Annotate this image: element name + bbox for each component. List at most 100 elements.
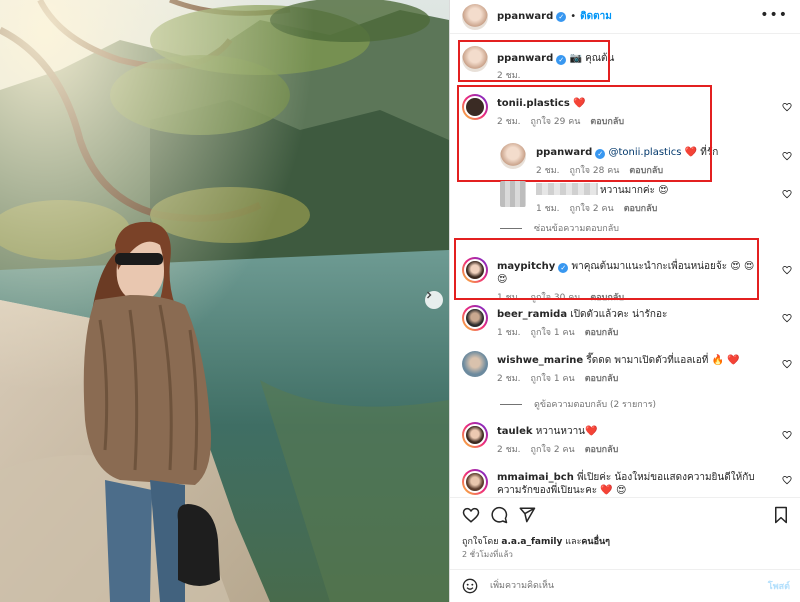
- comment-username[interactable]: taulek: [497, 426, 533, 437]
- like-comment-heart-icon[interactable]: [782, 189, 792, 199]
- comment-text: หวานหวาน❤️: [535, 426, 598, 437]
- comment-username[interactable]: mmaimai_bch: [497, 472, 574, 483]
- post-author-username[interactable]: ppanward: [497, 11, 553, 22]
- reply-text: ❤️ ที่รัก: [684, 147, 719, 158]
- comment-body: beer_ramida เปิดตัวแล้วคะ น่ารักอะ 1 ชม.…: [497, 308, 767, 340]
- avatar[interactable]: [462, 351, 488, 377]
- comment-time: 2 ชม.: [497, 445, 521, 455]
- comment-likes[interactable]: ถูกใจ 1 คน: [531, 374, 575, 384]
- avatar[interactable]: [462, 94, 488, 120]
- reply-likes[interactable]: ถูกใจ 2 คน: [570, 204, 614, 214]
- avatar[interactable]: [462, 257, 488, 283]
- comment-text: ❤️: [573, 98, 586, 109]
- emoji-icon[interactable]: [462, 578, 478, 594]
- post-comment-button[interactable]: โพสต์: [768, 579, 790, 593]
- reply-button[interactable]: ตอบกลับ: [585, 445, 619, 455]
- reply-button[interactable]: ตอบกลับ: [590, 293, 624, 303]
- blurred-avatar[interactable]: [500, 181, 526, 207]
- avatar[interactable]: [462, 3, 488, 30]
- caption: ppanward ✓ 📷 คุณต้น 2 ชม.: [450, 46, 800, 82]
- separator-dot: •: [570, 11, 577, 22]
- comment-likes[interactable]: ถูกใจ 1 คน: [531, 328, 575, 338]
- comment-body: wishwe_marine รี๊ดดด พามาเปิดตัวที่แอลเอ…: [497, 354, 767, 386]
- like-heart-icon[interactable]: [462, 506, 480, 524]
- more-options-icon[interactable]: •••: [760, 8, 788, 22]
- like-comment-heart-icon[interactable]: [782, 265, 792, 275]
- like-comment-heart-icon[interactable]: [782, 430, 792, 440]
- comments-panel: ppanward ✓ • ติดตาม ••• ppanward ✓ 📷 คุณต…: [450, 0, 800, 602]
- liked-by-user[interactable]: a.a.a_family: [501, 537, 562, 547]
- avatar[interactable]: [462, 46, 488, 72]
- reply-username[interactable]: ppanward: [536, 147, 592, 158]
- photo-scene: [0, 0, 449, 602]
- reply-button[interactable]: ตอบกลับ: [585, 328, 619, 338]
- comment-username[interactable]: beer_ramida: [497, 309, 567, 320]
- reply-time: 2 ชม.: [536, 166, 560, 176]
- reply-button[interactable]: ตอบกลับ: [585, 374, 619, 384]
- avatar[interactable]: [462, 469, 488, 495]
- reply-time: 1 ชม.: [536, 204, 560, 214]
- liked-by-and: และ: [565, 537, 582, 547]
- verified-icon: ✓: [556, 11, 567, 22]
- reply-button[interactable]: ตอบกลับ: [590, 117, 624, 127]
- reply-meta: 1 ชม. ถูกใจ 2 คน ตอบกลับ: [536, 199, 667, 216]
- like-comment-heart-icon[interactable]: [782, 151, 792, 161]
- comment-text: เปิดตัวแล้วคะ น่ารักอะ: [570, 309, 668, 320]
- comment-body: taulek หวานหวาน❤️ 2 ชม. ถูกใจ 2 คน ตอบกลับ: [497, 425, 767, 457]
- caption-time: 2 ชม.: [497, 71, 521, 81]
- hide-replies-button[interactable]: ซ่อนข้อความตอบกลับ: [500, 221, 619, 235]
- avatar[interactable]: [500, 143, 526, 169]
- reply-likes[interactable]: ถูกใจ 28 คน: [570, 166, 620, 176]
- comment-time: 1 ชม.: [497, 328, 521, 338]
- avatar[interactable]: [462, 305, 488, 331]
- caption-body: ppanward ✓ 📷 คุณต้น 2 ชม.: [497, 52, 767, 83]
- comment-body: tonii.plastics ❤️ 2 ชม. ถูกใจ 29 คน ตอบกลั…: [497, 97, 757, 129]
- liked-by: ถูกใจโดย a.a.a_family และคนอื่นๆ: [462, 534, 610, 548]
- comment-likes[interactable]: ถูกใจ 29 คน: [531, 117, 581, 127]
- bookmark-icon[interactable]: [772, 506, 790, 524]
- reply-body: ppanward ✓ @tonii.plastics ❤️ ที่รัก 2 ชม…: [536, 146, 766, 178]
- comment-bubble-icon[interactable]: [490, 506, 508, 524]
- reply-button[interactable]: ตอบกลับ: [629, 166, 663, 176]
- comment-input[interactable]: [490, 578, 750, 594]
- divider-line: [500, 403, 522, 405]
- share-send-icon[interactable]: [518, 506, 536, 524]
- comment-item: mmaimai_bch พี่เปิยค่ะ น้องใหม่ขอแสดงควา…: [450, 467, 800, 497]
- comment-body: maypitchy ✓ พาคุณต้นมาแนะนำกะเพื่อนหน่อยจ…: [497, 260, 767, 305]
- comment-username[interactable]: wishwe_marine: [497, 355, 583, 366]
- caption-username[interactable]: ppanward: [497, 53, 553, 64]
- comment-username[interactable]: tonii.plastics: [497, 98, 570, 109]
- comment-time: 2 ชม.: [497, 374, 521, 384]
- reply-button[interactable]: ตอบกลับ: [624, 204, 658, 214]
- like-comment-heart-icon[interactable]: [782, 102, 792, 112]
- comment-body: mmaimai_bch พี่เปิยค่ะ น้องใหม่ขอแสดงควา…: [497, 471, 767, 497]
- avatar[interactable]: [462, 422, 488, 448]
- like-comment-heart-icon[interactable]: [782, 313, 792, 323]
- divider-line: [500, 227, 522, 229]
- chevron-right-icon: [427, 291, 432, 299]
- like-comment-heart-icon[interactable]: [782, 359, 792, 369]
- view-replies-label: ดูข้อความตอบกลับ (2 รายการ): [534, 400, 657, 410]
- add-comment-bar: โพสต์: [450, 569, 800, 602]
- hide-replies-label: ซ่อนข้อความตอบกลับ: [534, 224, 619, 234]
- post-actions: ถูกใจโดย a.a.a_family และคนอื่นๆ 2 ชั่วโ…: [450, 497, 800, 577]
- blurred-username: [536, 183, 598, 195]
- comment-time: 1 ชม.: [497, 293, 521, 303]
- comment-time: 2 ชม.: [497, 117, 521, 127]
- view-replies-button[interactable]: ดูข้อความตอบกลับ (2 รายการ): [500, 397, 656, 411]
- post-photo: [0, 0, 449, 602]
- comment-username[interactable]: maypitchy: [497, 261, 555, 272]
- follow-button[interactable]: ติดตาม: [580, 9, 612, 24]
- comment-likes[interactable]: ถูกใจ 30 คน: [531, 293, 581, 303]
- comment-likes[interactable]: ถูกใจ 2 คน: [531, 445, 575, 455]
- next-photo-button[interactable]: [425, 291, 443, 309]
- reply-mention[interactable]: @tonii.plastics: [608, 147, 681, 158]
- post-timestamp[interactable]: 2 ชั่วโมงที่แล้ว: [462, 548, 513, 561]
- verified-icon: ✓: [595, 149, 606, 159]
- like-comment-heart-icon[interactable]: [782, 475, 792, 485]
- verified-icon: ✓: [558, 263, 569, 273]
- liked-by-others[interactable]: คนอื่นๆ: [581, 537, 610, 547]
- verified-icon: ✓: [556, 55, 567, 65]
- reply-body: หวานมากค่ะ 😍: [600, 184, 780, 197]
- comment-text: รี๊ดดด พามาเปิดตัวที่แอลเอที่ 🔥 ❤️: [586, 355, 740, 366]
